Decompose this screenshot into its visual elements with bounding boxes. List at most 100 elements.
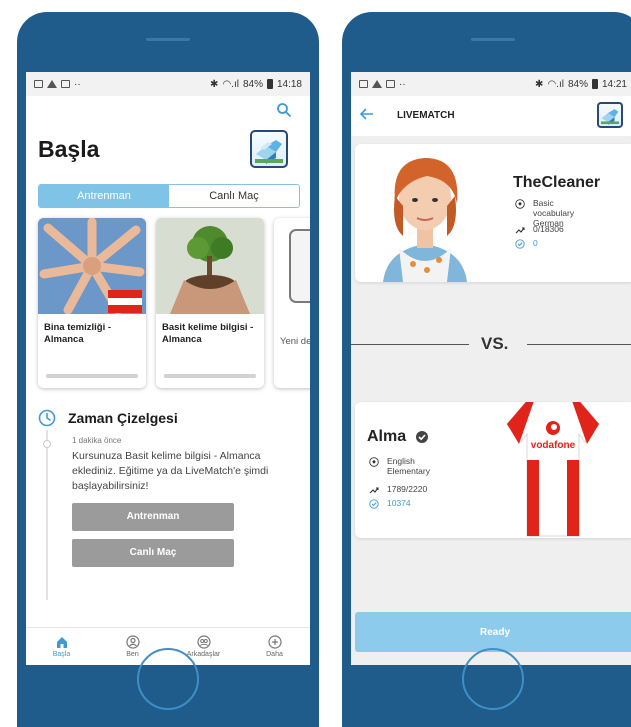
more-icon: ·· — [399, 78, 406, 90]
tab-live-match[interactable]: Canlı Maç — [169, 185, 299, 207]
course-card-label: Bina temizliği - Almanca — [44, 322, 112, 345]
timeline-timestamp: 1 dakika önce — [72, 436, 122, 445]
start-training-button[interactable]: Antrenman — [72, 502, 234, 531]
phone-right-frame: ·· ✱ ◠.ıl 84% 14:21 LIVEMATCH TheCleaner… — [342, 12, 631, 727]
opponent-name: TheCleaner — [513, 174, 601, 191]
match-area: TheCleaner Basic vocabulary German 0/183… — [351, 136, 631, 665]
verified-badge-icon — [416, 431, 428, 443]
my-course: English Elementary — [369, 456, 449, 476]
image-icon — [34, 80, 43, 88]
versus-label: VS. — [481, 334, 509, 353]
search-icon[interactable] — [276, 102, 292, 118]
add-course-icon — [289, 229, 310, 303]
divider-line-left — [351, 344, 469, 345]
status-system: ✱ ◠.ıl 84% 14:18 — [210, 79, 302, 90]
wifi-signal-icon: ◠.ıl — [547, 78, 564, 90]
phone-home-button — [137, 648, 199, 710]
course-card-vocabulary[interactable]: Basit kelime bilgisi - Almanca — [156, 218, 264, 388]
my-progress: 1789/2220 — [369, 484, 427, 495]
nav-more[interactable]: Daha — [239, 628, 310, 665]
clock-time: 14:21 — [601, 78, 627, 90]
status-notifications: ·· — [34, 79, 81, 90]
course-card-new[interactable]: Yeni ders s — [274, 218, 310, 388]
course-carousel: Bina temizliği - Almanca Basit kelime bi… — [26, 218, 310, 398]
profile-icon — [125, 635, 140, 649]
gallery-icon — [61, 80, 70, 88]
friends-icon — [196, 635, 211, 649]
livematch-screen: ·· ✱ ◠.ıl 84% 14:21 LIVEMATCH TheCleaner… — [351, 72, 631, 665]
opponent-score: 0 — [515, 238, 538, 249]
course-card-label: Yeni ders s — [280, 336, 310, 347]
speaker-grille — [471, 38, 515, 41]
new-course-image — [274, 218, 310, 314]
trend-up-icon — [369, 487, 379, 494]
tab-training[interactable]: Antrenman — [39, 185, 169, 207]
check-circle-icon — [369, 499, 379, 509]
clock-icon — [38, 409, 56, 427]
status-bar: ·· ✱ ◠.ıl 84% 14:18 — [26, 72, 310, 96]
wifi-signal-icon: ◠.ıl — [222, 78, 239, 90]
image-icon — [359, 80, 368, 88]
plus-circle-icon — [267, 635, 282, 649]
course-card-cleaning[interactable]: Bina temizliği - Almanca — [38, 218, 146, 388]
timeline-dot — [43, 440, 51, 448]
course-card-label: Basit kelime bilgisi - Almanca — [162, 322, 254, 345]
hands-together-icon — [38, 218, 146, 314]
nav-label: Ben — [126, 651, 139, 658]
phone-home-button — [462, 648, 524, 710]
opponent-score-text: 0 — [533, 238, 538, 248]
opponent-card: TheCleaner Basic vocabulary German 0/183… — [355, 144, 631, 282]
tree-sapling-icon — [156, 218, 264, 314]
opponent-progress-text: 0/18306 — [533, 224, 564, 234]
back-arrow-icon[interactable] — [359, 106, 375, 122]
divider-line-right — [527, 344, 631, 345]
app-logo — [597, 102, 623, 128]
my-player-card: Alma English Elementary 1789/2220 10374 … — [355, 402, 631, 538]
bluetooth-icon: ✱ — [210, 78, 219, 90]
page-title: LIVEMATCH — [397, 110, 455, 121]
timeline-section: Zaman Çizelgesi 1 dakika önce Kursunuza … — [26, 406, 310, 600]
bluetooth-icon: ✱ — [535, 78, 544, 90]
opponent-progress: 0/18306 — [515, 224, 564, 235]
app-logo — [250, 130, 288, 168]
battery-icon — [266, 79, 273, 89]
status-notifications: ·· — [359, 79, 406, 90]
timeline-message: Kursunuza Basit kelime bilgisi - Almanca… — [72, 450, 269, 493]
start-live-match-button[interactable]: Canlı Maç — [72, 538, 234, 567]
mode-tabs: Antrenman Canlı Maç — [38, 184, 300, 208]
nav-label: Arkadaşlar — [186, 651, 221, 658]
nav-label: Başla — [52, 651, 71, 658]
start-screen: ·· ✱ ◠.ıl 84% 14:18 Başla Antrenman Canl… — [26, 72, 310, 665]
trend-up-icon — [515, 227, 525, 234]
soccer-ball-icon — [369, 457, 379, 467]
nav-start[interactable]: Başla — [26, 628, 97, 665]
jersey-brand-text: vodafone — [531, 440, 576, 451]
nav-label: Daha — [266, 651, 283, 658]
status-system: ✱ ◠.ıl 84% 14:21 — [535, 79, 627, 90]
timeline-entry: 1 dakika önce Kursunuza Basit kelime bil… — [72, 436, 310, 567]
my-score: 10374 — [369, 498, 411, 509]
warning-icon — [372, 80, 382, 88]
building-logo-icon — [600, 109, 620, 125]
battery-icon — [591, 79, 598, 89]
my-progress-text: 1789/2220 — [387, 484, 428, 494]
battery-percent: 84% — [242, 78, 263, 90]
tree-in-hands-image — [156, 218, 264, 314]
search-row — [26, 96, 310, 126]
team-hands-image — [38, 218, 146, 314]
speaker-grille — [146, 38, 190, 41]
ready-button[interactable]: Ready — [355, 612, 631, 652]
timeline-title: Zaman Çizelgesi — [68, 410, 178, 426]
versus-divider: VS. — [351, 334, 631, 354]
opponent-avatar — [383, 158, 467, 282]
page-title: Başla — [38, 136, 100, 162]
battery-percent: 84% — [567, 78, 588, 90]
gallery-icon — [386, 80, 395, 88]
status-bar: ·· ✱ ◠.ıl 84% 14:21 — [351, 72, 631, 96]
title-row: Başla — [26, 126, 310, 174]
timeline-track — [46, 430, 48, 600]
my-name: Alma — [367, 428, 407, 445]
more-icon: ·· — [74, 78, 81, 90]
soccer-ball-icon — [515, 199, 525, 209]
clock-time: 14:18 — [276, 78, 302, 90]
